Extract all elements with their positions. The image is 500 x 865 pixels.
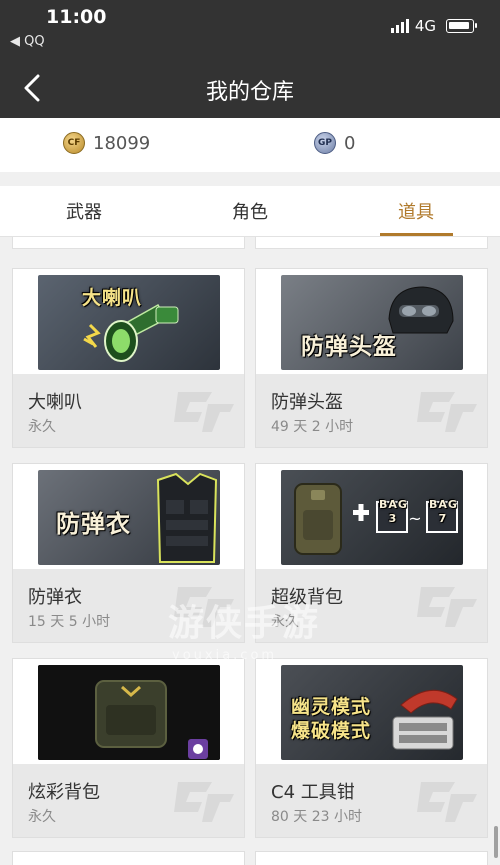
card-peek — [255, 237, 488, 249]
loudspeaker-image: 大喇叭 — [38, 275, 220, 370]
colorful-backpack-image — [38, 665, 220, 760]
tab-roles[interactable]: 角色 — [232, 198, 268, 224]
helmet-image: 防弹头盔 — [281, 275, 463, 370]
item-card-loudspeaker[interactable]: 大喇叭 大喇叭 永久 — [12, 268, 245, 448]
body-armor-image-label: 防弹衣 — [56, 510, 131, 538]
status-time: 11:00 — [46, 6, 107, 28]
battery-icon — [446, 19, 477, 33]
item-name: 大喇叭 — [28, 392, 82, 413]
cf-coin-icon: CF — [63, 132, 85, 154]
body-armor-image: 防弹衣 — [38, 470, 220, 565]
page-title: 我的仓库 — [205, 80, 294, 105]
card-peek — [12, 237, 245, 249]
item-duration: 80 天 23 小时 — [271, 809, 362, 825]
cf-logo-icon — [174, 392, 234, 432]
ghost-mode-label: 幽灵模式 — [291, 696, 372, 718]
c4-pliers-image: 幽灵模式 爆破模式 — [281, 665, 463, 760]
watermark-text: 游侠手游 — [168, 603, 321, 644]
card-info: 防弹头盔 49 天 2 小时 — [256, 374, 487, 447]
item-duration: 永久 — [28, 809, 56, 825]
scrollbar[interactable] — [494, 826, 498, 858]
nav-bar: 我的仓库 — [0, 58, 500, 118]
item-name: 防弹衣 — [28, 587, 82, 608]
card-peek — [12, 851, 245, 865]
item-card-c4-pliers[interactable]: 幽灵模式 爆破模式 C4 工具钳 80 天 23 小时 — [255, 658, 488, 838]
coin-balance: CF 18099 — [63, 132, 150, 154]
cf-logo-icon — [417, 587, 477, 627]
item-card-colorful-backpack[interactable]: 炫彩背包 永久 — [12, 658, 245, 838]
cf-logo-icon — [417, 392, 477, 432]
cf-logo-icon — [174, 782, 234, 822]
helmet-image-label: 防弹头盔 — [301, 334, 397, 360]
status-bar: 11:00 ◀ QQ 4G — [0, 0, 500, 58]
card-info: 大喇叭 永久 — [13, 374, 244, 447]
item-duration: 49 天 2 小时 — [271, 419, 354, 435]
demolition-mode-label: 爆破模式 — [291, 720, 372, 742]
category-tabs: 武器 角色 道具 — [0, 186, 500, 237]
svg-text:~: ~ — [408, 509, 421, 528]
coin-value: 18099 — [93, 132, 151, 154]
item-name: C4 工具钳 — [271, 782, 355, 803]
active-tab-indicator — [380, 233, 453, 236]
currency-bar: CF 18099 GP 0 — [0, 118, 500, 172]
tab-items[interactable]: 道具 — [398, 198, 434, 224]
gp-value: 0 — [344, 132, 356, 154]
card-peek — [255, 851, 488, 865]
gp-coin-icon: GP — [314, 132, 336, 154]
item-name: 防弹头盔 — [271, 392, 343, 413]
signal-icon — [390, 19, 409, 33]
card-info: C4 工具钳 80 天 23 小时 — [256, 764, 487, 837]
bag-3-label: BAG 3 — [379, 498, 408, 525]
watermark-subtext: youxia.com — [172, 648, 278, 663]
item-name: 炫彩背包 — [28, 782, 100, 803]
item-duration: 永久 — [28, 419, 56, 435]
network-label: 4G — [414, 17, 436, 35]
cf-logo-icon — [417, 782, 477, 822]
back-to-app-link[interactable]: ◀ QQ — [10, 34, 45, 49]
super-backpack-image: ~ BAG 3 BAG 7 — [281, 470, 463, 565]
card-info: 炫彩背包 永久 — [13, 764, 244, 837]
loudspeaker-image-label: 大喇叭 — [82, 287, 143, 309]
item-duration: 15 天 5 小时 — [28, 614, 111, 630]
status-indicators: 4G — [390, 17, 477, 35]
item-card-helmet[interactable]: 防弹头盔 防弹头盔 49 天 2 小时 — [255, 268, 488, 448]
gp-balance: GP 0 — [314, 132, 355, 154]
bag-7-label: BAG 7 — [429, 498, 458, 525]
tab-weapons[interactable]: 武器 — [66, 198, 102, 224]
